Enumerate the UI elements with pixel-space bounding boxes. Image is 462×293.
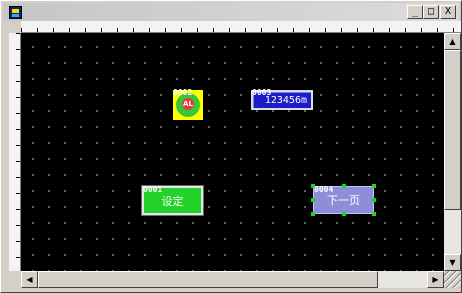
arrow-up-icon: ▲ bbox=[449, 37, 456, 46]
object-id-label: 0003 bbox=[252, 88, 272, 97]
minimize-button[interactable]: _ bbox=[407, 5, 423, 19]
next-page-button-label: 下一页 bbox=[327, 194, 360, 207]
resize-grip-icon[interactable] bbox=[444, 271, 461, 288]
arrow-down-icon: ▼ bbox=[449, 258, 456, 267]
vertical-scroll-thumb[interactable] bbox=[444, 50, 461, 210]
horizontal-ruler bbox=[21, 21, 461, 33]
selection-handle[interactable] bbox=[311, 212, 315, 216]
horizontal-scroll-thumb[interactable] bbox=[38, 271, 378, 288]
maximize-button[interactable]: □ bbox=[423, 5, 439, 19]
design-canvas[interactable]: AL 0002 123456m 0003 设定 0001 下一页 0004 bbox=[21, 33, 444, 271]
arrow-right-icon: ▶ bbox=[432, 275, 439, 284]
object-id-label: 0004 bbox=[314, 185, 334, 194]
app-icon[interactable] bbox=[9, 6, 22, 19]
selection-handle[interactable] bbox=[372, 212, 376, 216]
close-button[interactable]: X bbox=[440, 5, 456, 19]
arrow-left-icon: ◀ bbox=[26, 275, 33, 284]
scroll-left-button[interactable]: ◀ bbox=[21, 271, 38, 288]
scroll-right-button[interactable]: ▶ bbox=[427, 271, 444, 288]
scroll-up-button[interactable]: ▲ bbox=[444, 33, 461, 50]
selection-handle[interactable] bbox=[342, 184, 346, 188]
selection-handle[interactable] bbox=[311, 184, 315, 188]
alarm-lamp-text: AL bbox=[182, 98, 194, 110]
vertical-scrollbar[interactable]: ▲ ▼ bbox=[444, 33, 461, 271]
scroll-down-button[interactable]: ▼ bbox=[444, 254, 461, 271]
editor-window: _ □ X AL 0002 123456m 0003 设定 0001 下一页 0… bbox=[0, 0, 462, 293]
ruler-corner bbox=[9, 21, 21, 33]
selection-handle[interactable] bbox=[311, 198, 315, 202]
object-id-label: 0001 bbox=[143, 185, 163, 194]
selection-handle[interactable] bbox=[342, 212, 346, 216]
selection-handle[interactable] bbox=[372, 198, 376, 202]
title-bar[interactable]: _ □ X bbox=[3, 3, 459, 21]
set-button-label: 设定 bbox=[161, 195, 184, 208]
object-id-label: 0002 bbox=[173, 88, 193, 97]
horizontal-scrollbar[interactable]: ◀ ▶ bbox=[21, 271, 444, 288]
selection-handle[interactable] bbox=[372, 184, 376, 188]
vertical-ruler bbox=[9, 33, 21, 271]
